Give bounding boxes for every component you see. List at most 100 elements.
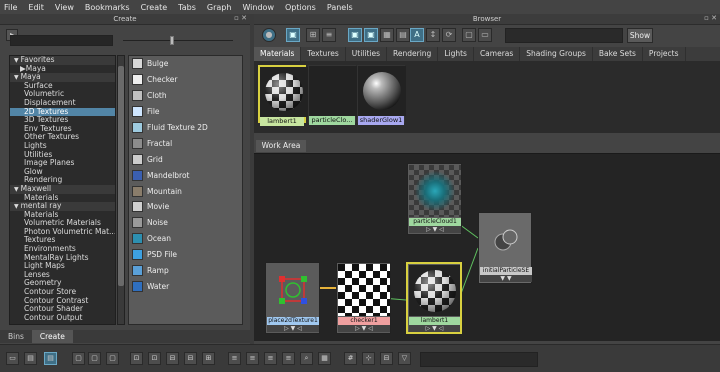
browser-search-input[interactable] xyxy=(505,28,623,43)
expand-arrow-icon[interactable]: ▼ xyxy=(14,203,19,210)
menu-create[interactable]: Create xyxy=(141,3,168,12)
menu-bookmarks[interactable]: Bookmarks xyxy=(85,3,130,12)
remove-selected-icon[interactable]: ⊟ xyxy=(184,352,197,365)
menu-edit[interactable]: Edit xyxy=(28,3,44,12)
menu-file[interactable]: File xyxy=(4,3,17,12)
node-type-item[interactable]: Checker xyxy=(129,72,242,88)
node-filter-input[interactable] xyxy=(420,352,538,367)
menu-options[interactable]: Options xyxy=(285,3,316,12)
graph-output-icon[interactable]: ⊡ xyxy=(148,352,161,365)
attribute-icon[interactable]: ▦ xyxy=(318,352,331,365)
tree-category[interactable]: ▼ Maya xyxy=(10,73,115,82)
input-connections-icon[interactable]: ▣ xyxy=(348,28,362,42)
output-connections-icon[interactable]: ▣ xyxy=(364,28,378,42)
grid-toggle-icon[interactable]: # xyxy=(344,352,357,365)
tree-item[interactable]: 3D Textures xyxy=(10,116,115,125)
tree-item[interactable]: Contour Shader xyxy=(10,305,115,314)
node-ports[interactable]: ▷ ▼ ◁ xyxy=(338,325,390,332)
layout-split-icon[interactable]: ▤ xyxy=(24,352,37,365)
graph-input-icon[interactable]: ⊡ xyxy=(130,352,143,365)
node-type-item[interactable]: File xyxy=(129,104,242,120)
tree-item[interactable]: Contour Contrast xyxy=(10,297,115,306)
node-type-item[interactable]: Fluid Texture 2D xyxy=(129,120,242,136)
menu-window[interactable]: Window xyxy=(242,3,274,12)
swatch-display-icon[interactable]: ▭ xyxy=(478,28,492,42)
expand-arrow-icon[interactable]: ▼ xyxy=(14,186,19,193)
node-type-item[interactable]: PSD File xyxy=(129,247,242,263)
menu-graph[interactable]: Graph xyxy=(207,3,232,12)
menu-panels[interactable]: Panels xyxy=(327,3,353,12)
toggle-on-icon[interactable]: ● xyxy=(262,28,276,42)
node-type-item[interactable]: Movie xyxy=(129,199,242,215)
tree-item[interactable]: MentalRay Lights xyxy=(10,254,115,263)
tab-lights[interactable]: Lights xyxy=(438,47,474,61)
swatch-particle-cloud[interactable]: particleClo... xyxy=(308,65,357,125)
node-type-item[interactable]: Mountain xyxy=(129,183,242,199)
show-button[interactable]: Show xyxy=(627,28,653,43)
node-type-item[interactable]: Water xyxy=(129,278,242,294)
layout-single-icon[interactable]: ▭ xyxy=(6,352,19,365)
node-type-item[interactable]: Bulge xyxy=(129,56,242,72)
tree-item[interactable]: Utilities xyxy=(10,151,115,160)
node-type-item[interactable]: Grid xyxy=(129,151,242,167)
tab-bake-sets[interactable]: Bake Sets xyxy=(593,47,643,61)
snap-icon[interactable]: ⊹ xyxy=(362,352,375,365)
graph-network-icon[interactable]: ▦ xyxy=(380,28,394,42)
node-ports[interactable]: ▼ ▼ xyxy=(480,275,532,282)
tree-item[interactable]: Textures xyxy=(10,236,115,245)
frame-all-icon[interactable]: ▢ xyxy=(88,352,101,365)
clear-graph-icon[interactable]: ▤ xyxy=(396,28,410,42)
tree-category[interactable]: ▼ Maxwell xyxy=(10,184,115,194)
node-type-item[interactable]: Cloth xyxy=(129,88,242,104)
simple-mode-icon[interactable]: ≡ xyxy=(228,352,241,365)
tree-item[interactable]: Materials xyxy=(10,194,115,203)
tree-item[interactable]: Glow xyxy=(10,168,115,177)
tree-category[interactable]: ▼ mental ray xyxy=(10,202,115,211)
tree-item[interactable]: ▶Maya xyxy=(10,65,115,74)
node-ports[interactable]: ▷ ▼ ◁ xyxy=(409,325,460,332)
tree-item[interactable]: Materials xyxy=(10,211,115,220)
node-type-item[interactable]: Noise xyxy=(129,215,242,231)
icon-size-slider-track[interactable] xyxy=(123,40,233,41)
clear-work-area-icon[interactable]: ⊞ xyxy=(202,352,215,365)
frame-selected-icon[interactable]: ▣ xyxy=(286,28,300,42)
tree-item[interactable]: Geometry xyxy=(10,279,115,288)
tree-category[interactable]: ▼ Favorites xyxy=(10,56,115,65)
grid-view-icon[interactable]: ⊞ xyxy=(306,28,320,42)
menu-tabs[interactable]: Tabs xyxy=(178,3,196,12)
node-type-item[interactable]: Ocean xyxy=(129,231,242,247)
tree-item[interactable]: Env Textures xyxy=(10,125,115,134)
list-view-icon[interactable]: ≡ xyxy=(322,28,336,42)
icon-size-slider-handle[interactable] xyxy=(170,36,174,45)
tree-item[interactable]: Light Maps xyxy=(10,262,115,271)
node-type-item[interactable]: Ramp xyxy=(129,263,242,279)
node-checker[interactable]: checker1 ▷ ▼ ◁ xyxy=(336,262,391,334)
swatch-shader-glow[interactable]: shaderGlow1 xyxy=(357,65,406,125)
node-particle-cloud[interactable]: particleCloud1 ▷ ▼ ◁ xyxy=(407,163,462,235)
view-options-icon[interactable]: ▢ xyxy=(462,28,476,42)
layout-active-icon[interactable]: ▤ xyxy=(44,352,57,365)
expand-arrow-icon[interactable]: ▼ xyxy=(14,57,19,64)
node-initial-particle-se[interactable]: initialParticleSE ▼ ▼ xyxy=(478,212,532,284)
tab-textures[interactable]: Textures xyxy=(301,47,346,61)
create-search-input[interactable] xyxy=(10,35,113,46)
tab-work-area[interactable]: Work Area xyxy=(256,140,306,152)
filter-icon[interactable]: ▽ xyxy=(398,352,411,365)
tree-item[interactable]: Other Textures xyxy=(10,133,115,142)
tree-item[interactable]: Contour Output xyxy=(10,314,115,323)
tab-create[interactable]: Create xyxy=(31,330,73,343)
connected-mode-icon[interactable]: ≡ xyxy=(246,352,259,365)
node-place2d-texture[interactable]: place2dTexture1 ▷ ▼ ◁ xyxy=(265,262,320,334)
tab-bins[interactable]: Bins xyxy=(0,330,32,343)
sort-by-name-icon[interactable]: A xyxy=(410,28,424,42)
tree-item[interactable]: Lenses xyxy=(10,271,115,280)
panel-float-close-icon[interactable]: ▫ ✕ xyxy=(704,14,717,22)
sort-by-type-icon[interactable]: ↕ xyxy=(426,28,440,42)
graph-input-output-icon[interactable]: ⊟ xyxy=(166,352,179,365)
expand-arrow-icon[interactable]: ▼ xyxy=(14,74,19,81)
swatch-lambert1[interactable]: lambert1 xyxy=(258,65,308,126)
tree-item[interactable]: Image Planes xyxy=(10,159,115,168)
menu-view[interactable]: View xyxy=(55,3,74,12)
custom-mode-icon[interactable]: ≡ xyxy=(282,352,295,365)
zoom-icon[interactable]: ⌕ xyxy=(300,352,313,365)
